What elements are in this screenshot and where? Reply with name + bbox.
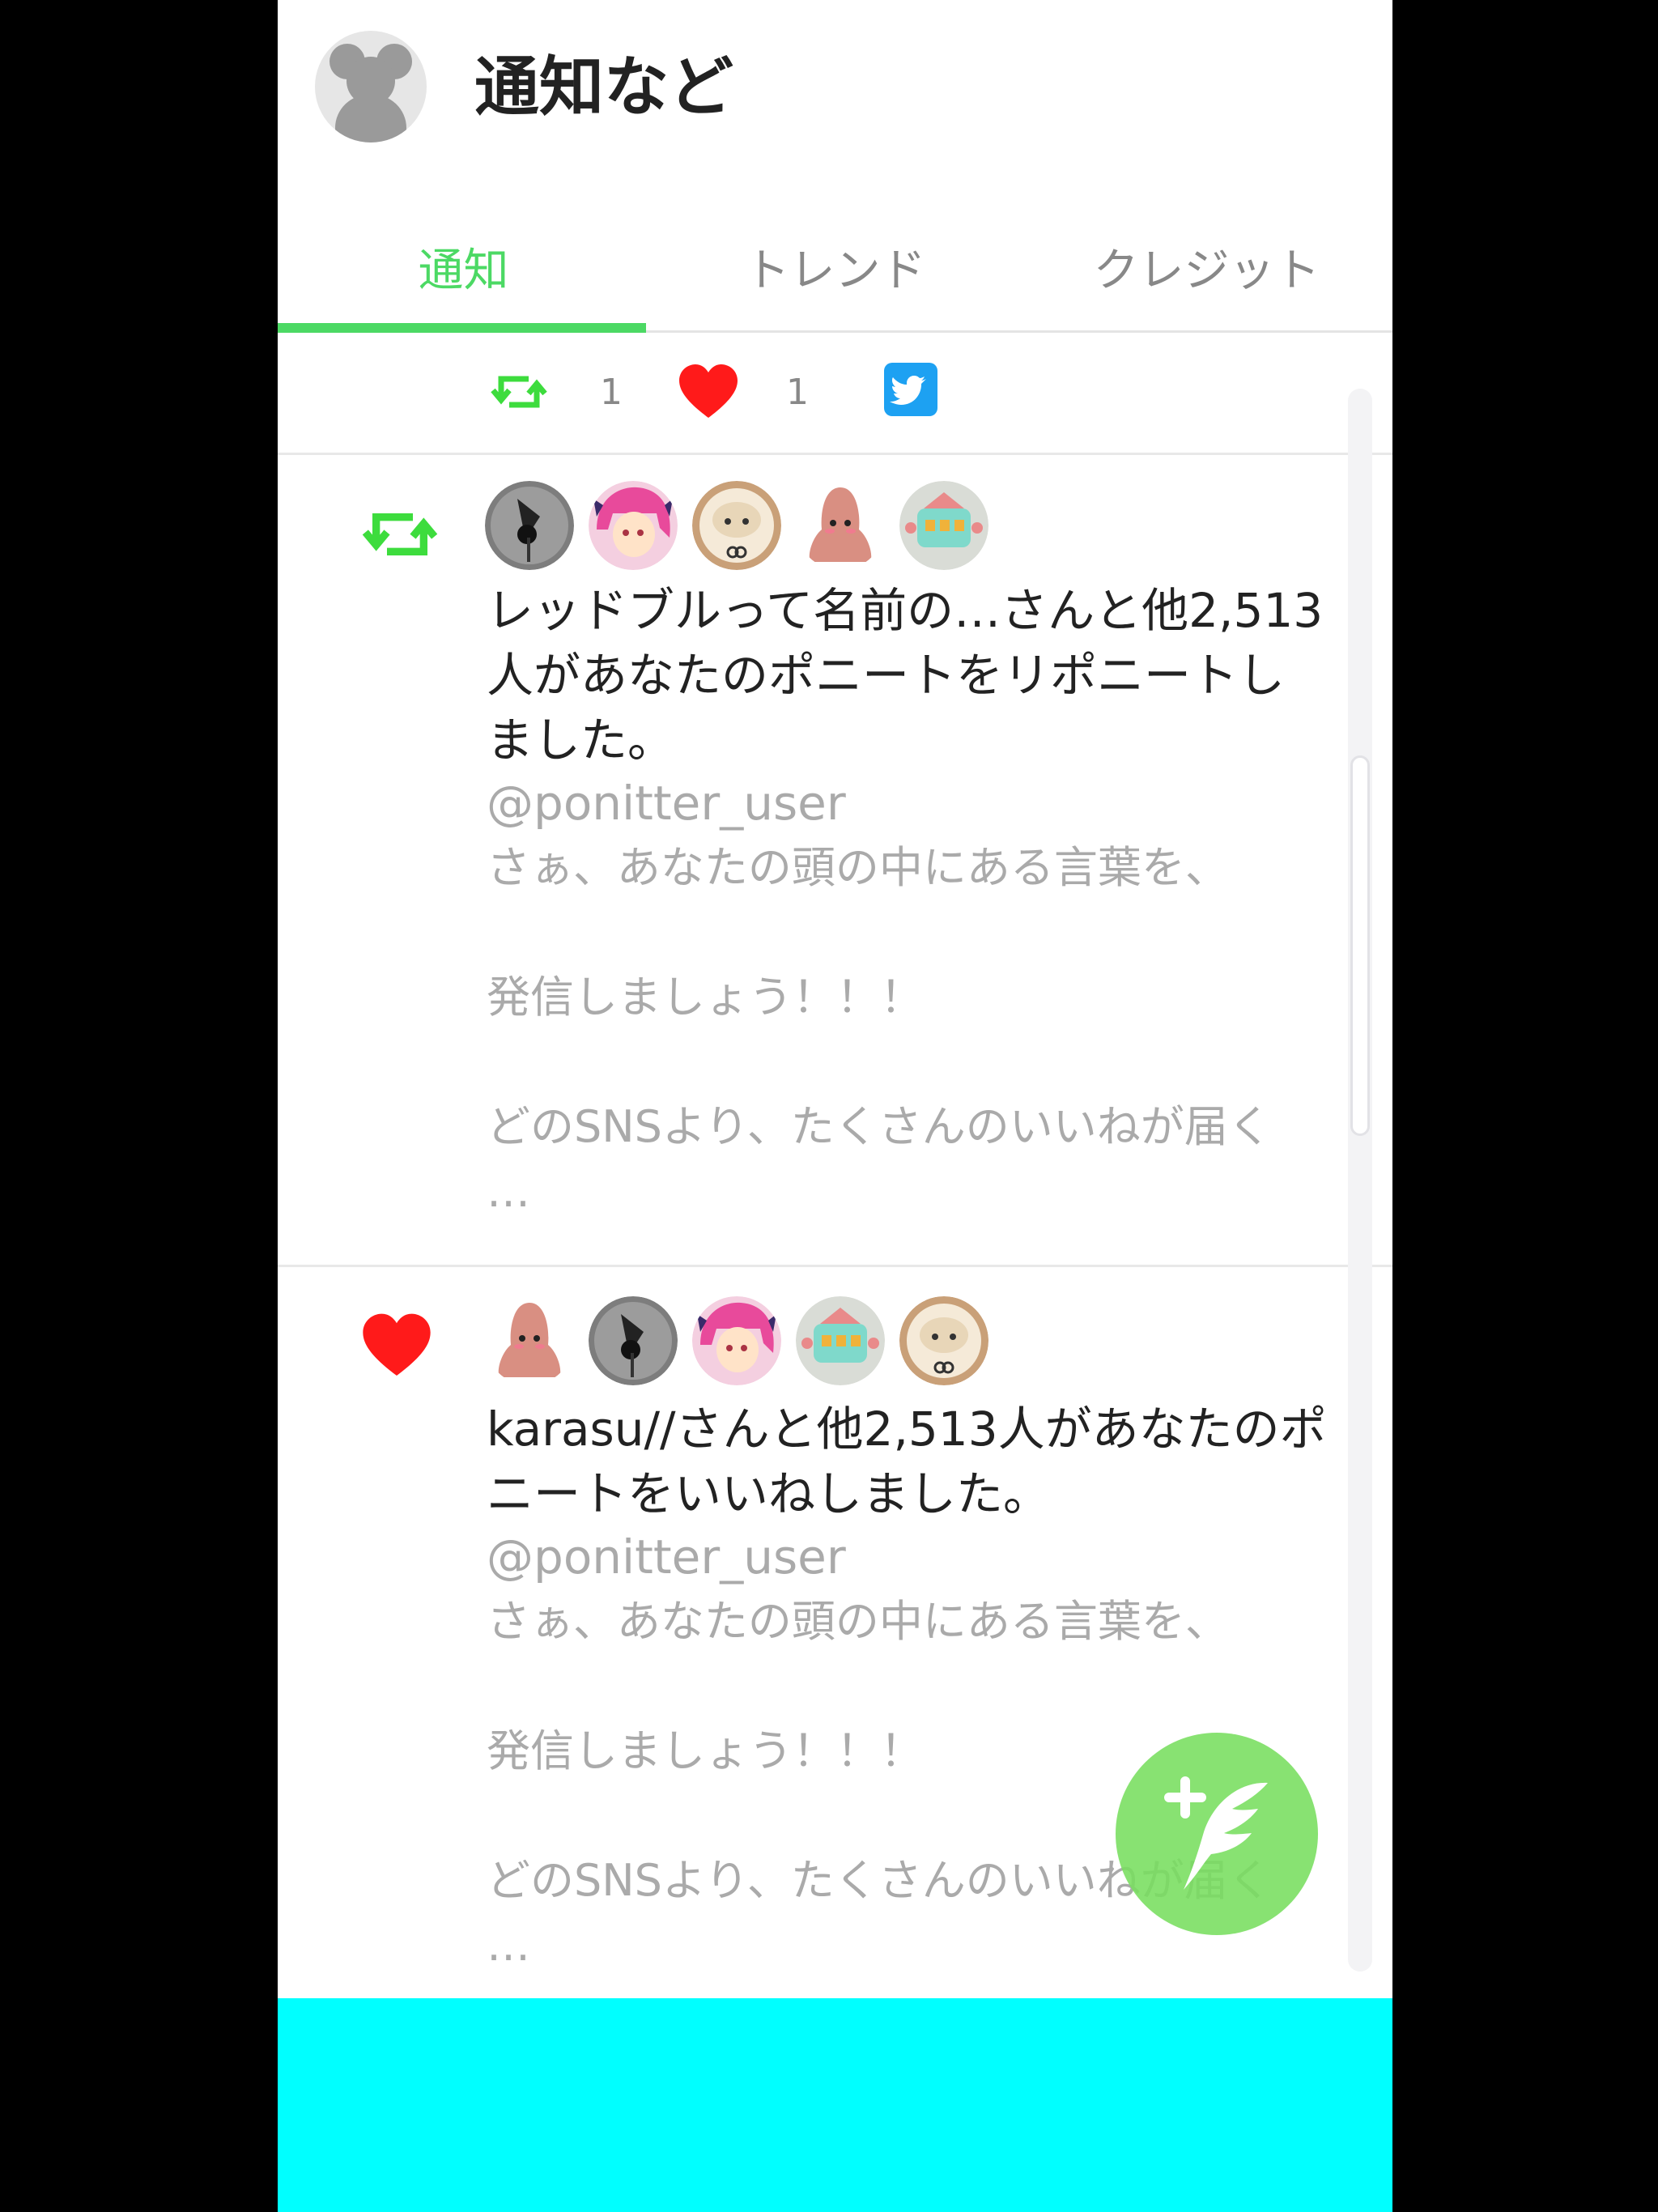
notification-message: karasu//さんと他2,513人があなたのポニートをいいねしました。 bbox=[487, 1402, 1327, 1521]
compose-button[interactable] bbox=[1116, 1733, 1318, 1935]
page-title: 通知など bbox=[474, 49, 733, 125]
avatar[interactable] bbox=[589, 481, 678, 570]
user-avatar[interactable] bbox=[315, 31, 427, 143]
header: 通知など bbox=[278, 0, 1392, 162]
heart-icon bbox=[363, 1313, 431, 1376]
avatar[interactable] bbox=[589, 1296, 678, 1385]
tab-notifications[interactable]: 通知 bbox=[278, 219, 649, 330]
scrollbar-track[interactable] bbox=[1348, 389, 1372, 1972]
tab-credits[interactable]: クレジット bbox=[1021, 219, 1392, 330]
heart-icon[interactable] bbox=[678, 363, 739, 421]
like-count: 1 bbox=[786, 372, 809, 413]
avatar[interactable] bbox=[796, 481, 885, 570]
avatar[interactable] bbox=[796, 1296, 885, 1385]
post-body: さぁ、あなたの頭の中にある言葉を、 発信しましょう！！！ どのSNSより、たくさ… bbox=[487, 842, 1272, 1217]
avatar[interactable] bbox=[485, 1296, 574, 1385]
retweet-icon bbox=[362, 513, 438, 555]
twitter-icon[interactable] bbox=[884, 363, 937, 416]
retweet-count: 1 bbox=[600, 372, 623, 413]
avatar[interactable] bbox=[692, 1296, 781, 1385]
compose-feather-icon bbox=[1164, 1776, 1268, 1890]
active-tab-indicator bbox=[278, 323, 646, 333]
avatar[interactable] bbox=[485, 481, 574, 570]
tab-bar: 通知 トレンド クレジット bbox=[278, 219, 1392, 333]
retweet-icon[interactable] bbox=[490, 363, 548, 421]
tab-trends[interactable]: トレンド bbox=[649, 219, 1021, 330]
avatar[interactable] bbox=[899, 481, 988, 570]
notification-message: レッドブルって名前の…さんと他2,513人があなたのポニートをリポニートしました… bbox=[487, 583, 1324, 768]
post-handle: @ponitter_user bbox=[487, 776, 846, 831]
app-screen: 通知など 通知 トレンド クレジット 1 1 レッドブルって名前の…さんと他2,… bbox=[278, 0, 1392, 2212]
post-handle: @ponitter_user bbox=[487, 1529, 846, 1585]
stats-row: 1 1 bbox=[278, 333, 1392, 455]
scrollbar-thumb[interactable] bbox=[1350, 755, 1370, 1136]
avatar[interactable] bbox=[692, 481, 781, 570]
bear-silhouette-icon bbox=[329, 44, 412, 143]
notification-item[interactable]: レッドブルって名前の…さんと他2,513人があなたのポニートをリポニートしました… bbox=[278, 455, 1392, 1267]
avatar[interactable] bbox=[899, 1296, 988, 1385]
bottom-banner bbox=[278, 1998, 1392, 2212]
